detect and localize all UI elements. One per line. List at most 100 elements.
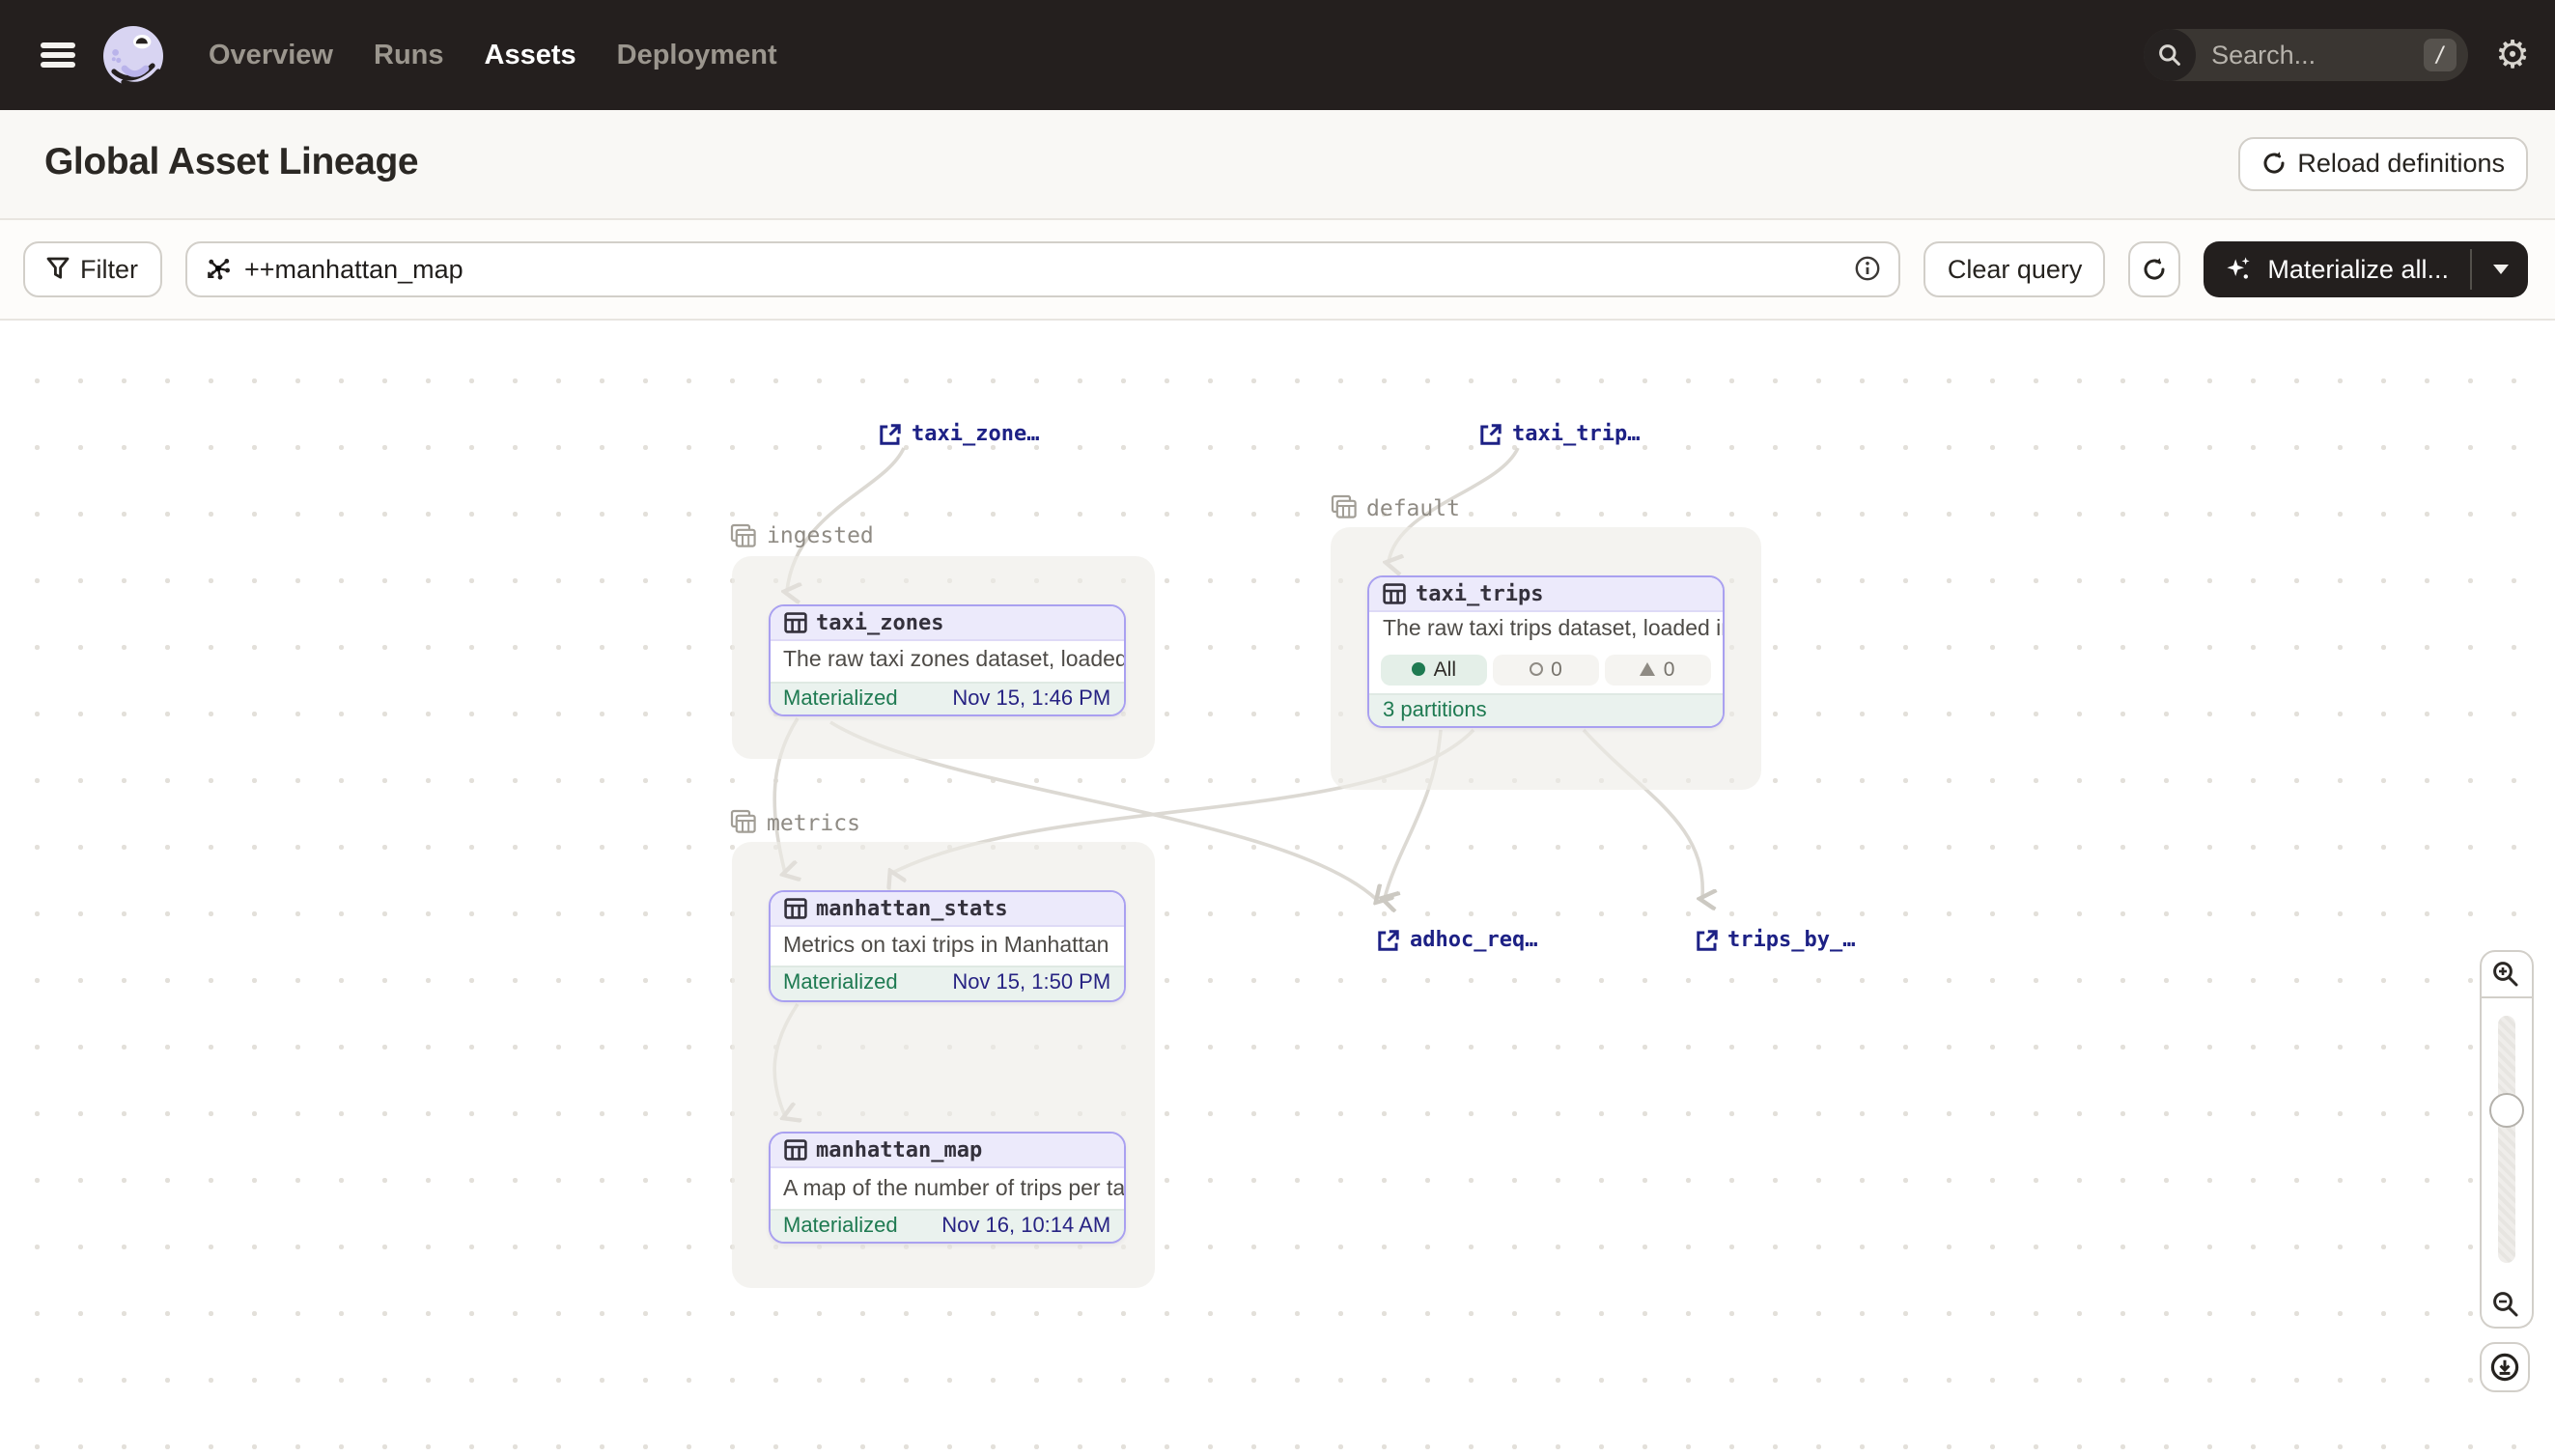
clear-query-label: Clear query [1948,255,2083,284]
success-dot-icon [1413,663,1426,677]
asset-description: The raw taxi zones dataset, loaded int..… [770,641,1124,681]
download-view-button[interactable] [2480,1342,2530,1392]
hamburger-menu-icon[interactable] [41,42,75,68]
asset-node-header: manhattan_stats [770,891,1124,926]
external-asset-link-taxi_zone[interactable]: taxi_zone… [879,421,1039,446]
sparkle-icon [2225,255,2254,284]
settings-gear-icon[interactable]: ⚙ [2495,36,2530,74]
lineage-edges [0,321,2555,1456]
reload-icon [2260,152,2286,177]
materialize-dropdown-button[interactable] [2472,241,2528,297]
zoom-slider-handle[interactable] [2489,1093,2524,1128]
materialized-status: Materialized [783,687,898,711]
zoom-in-icon [2492,960,2521,989]
group-label-metrics[interactable]: metrics [730,808,860,835]
graph-query-icon [204,256,231,283]
external-asset-link-trips_by[interactable]: trips_by_… [1695,927,1855,952]
asset-node-taxi_zones[interactable]: taxi_zones The raw taxi zones dataset, l… [768,604,1126,716]
chevron-down-icon [2492,265,2508,274]
partitions-success-pill[interactable]: All [1381,655,1488,686]
zoom-out-button[interactable] [2480,1280,2533,1329]
table-icon [783,897,806,918]
nav-assets[interactable]: Assets [485,40,576,70]
dagster-logo-icon[interactable] [100,22,166,88]
nav-deployment[interactable]: Deployment [617,40,777,70]
asset-node-taxi_trips[interactable]: taxi_trips The raw taxi trips dataset, l… [1367,575,1725,729]
materialized-date[interactable]: Nov 15, 1:50 PM [952,972,1110,995]
asset-node-footer: Materialized Nov 16, 10:14 AM [770,1209,1124,1243]
external-asset-label: trips_by_… [1727,927,1855,952]
external-link-icon [879,422,902,445]
reload-definitions-label: Reload definitions [2297,150,2505,179]
funnel-icon [45,258,69,281]
global-search-input[interactable]: Search... / [2144,29,2468,81]
asset-name: manhattan_stats [816,895,1008,920]
nav-runs[interactable]: Runs [374,40,444,70]
external-asset-link-adhoc_req[interactable]: adhoc_req… [1377,927,1537,952]
nav-overview[interactable]: Overview [209,40,333,70]
group-label-default[interactable]: default [1330,493,1460,520]
top-navbar: Overview Runs Assets Deployment Search..… [0,0,2555,110]
materialized-date[interactable]: Nov 15, 1:46 PM [952,687,1110,711]
materialized-date[interactable]: Nov 16, 10:14 AM [941,1215,1110,1238]
table-icon [783,612,806,633]
materialized-status: Materialized [783,1215,898,1238]
zoom-out-icon [2492,1289,2521,1318]
external-link-icon [1695,928,1718,951]
asset-description: A map of the number of trips per taxi z.… [770,1169,1124,1209]
asset-name: taxi_trips [1416,581,1543,606]
zoom-slider[interactable] [2480,998,2533,1280]
asset-name: manhattan_map [816,1138,982,1163]
query-info-icon[interactable] [1855,256,1882,283]
external-asset-label: taxi_zone… [912,421,1039,446]
asset-description: The raw taxi trips dataset, loaded into … [1369,612,1723,647]
reload-definitions-button[interactable]: Reload definitions [2237,137,2528,190]
asset-node-manhattan_map[interactable]: manhattan_map A map of the number of tri… [768,1133,1126,1245]
lineage-graph-canvas[interactable]: ingested default metrics taxi_zo [0,321,2555,1456]
missing-ring-icon [1530,663,1543,677]
layered-table-icon [730,809,757,834]
download-icon [2489,1352,2520,1383]
asset-node-header: manhattan_map [770,1134,1124,1169]
partitions-missing-pill[interactable]: 0 [1493,655,1600,686]
dagster-app: Overview Runs Assets Deployment Search..… [0,0,2555,1456]
group-name: default [1366,493,1460,520]
materialize-all-main[interactable]: Materialize all... [2204,241,2470,297]
partitions-count[interactable]: 3 partitions [1383,699,1487,722]
filter-button[interactable]: Filter [22,241,161,297]
partitions-failed-pill[interactable]: 0 [1604,655,1711,686]
pill-label: All [1434,658,1456,682]
refresh-graph-button[interactable] [2128,241,2180,297]
group-label-ingested[interactable]: ingested [730,521,874,548]
asset-node-footer: Materialized Nov 15, 1:46 PM [770,681,1124,714]
layered-table-icon [1330,494,1357,519]
layered-table-icon [730,522,757,547]
materialize-all-label: Materialize all... [2267,255,2449,284]
pill-label: 0 [1551,658,1562,682]
query-value: ++manhattan_map [244,255,1841,284]
asset-node-header: taxi_zones [770,606,1124,641]
asset-node-header: taxi_trips [1369,577,1723,612]
external-link-icon [1479,422,1502,445]
search-shortcut-key: / [2424,39,2457,71]
filter-label: Filter [80,255,138,284]
external-asset-link-taxi_trip[interactable]: taxi_trip… [1479,421,1640,446]
page-header: Global Asset Lineage Reload definitions [0,110,2555,219]
partition-status-pills: All 0 0 [1369,647,1723,693]
asset-description: Metrics on taxi trips in Manhattan [770,926,1124,966]
primary-nav: Overview Runs Assets Deployment [209,40,777,70]
materialized-status: Materialized [783,972,898,995]
asset-node-footer: 3 partitions [1369,693,1723,727]
zoom-slider-rail [2498,1016,2515,1263]
search-icon [2144,29,2196,81]
warning-triangle-icon [1641,663,1656,677]
external-asset-label: adhoc_req… [1410,927,1537,952]
asset-node-footer: Materialized Nov 15, 1:50 PM [770,966,1124,999]
group-name: ingested [767,521,874,548]
asset-node-manhattan_stats[interactable]: manhattan_stats Metrics on taxi trips in… [768,889,1126,1001]
refresh-icon [2142,257,2167,282]
asset-query-input[interactable]: ++manhattan_map [184,241,1901,297]
zoom-in-button[interactable] [2480,950,2533,998]
materialize-all-button[interactable]: Materialize all... [2204,241,2528,297]
clear-query-button[interactable]: Clear query [1924,241,2106,297]
